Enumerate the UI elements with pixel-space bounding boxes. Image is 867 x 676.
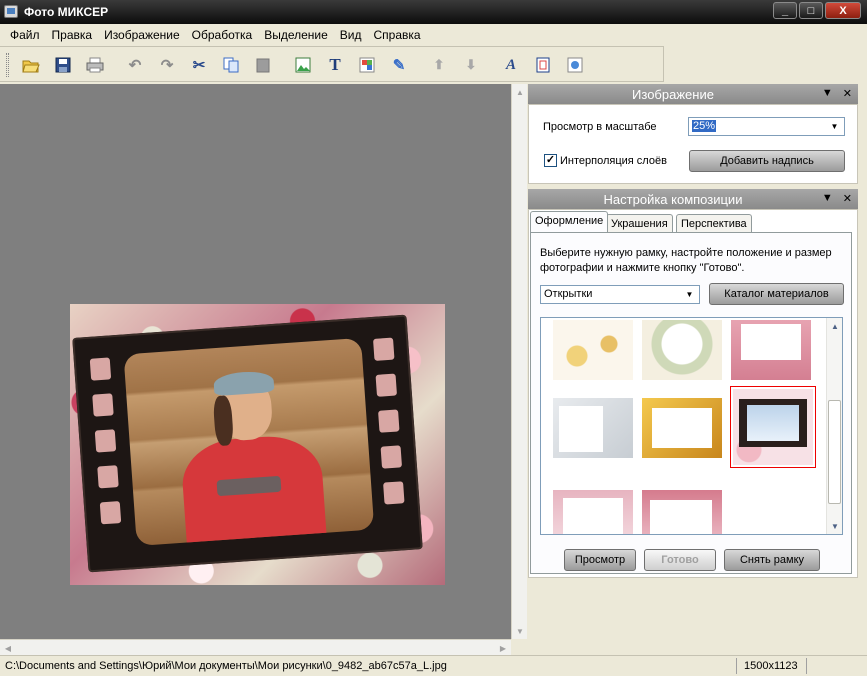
status-divider: [736, 658, 737, 674]
menu-processing[interactable]: Обработка: [186, 28, 259, 42]
cut-icon[interactable]: ✂: [190, 56, 208, 74]
tab-perspective[interactable]: Перспектива: [676, 214, 752, 232]
interpolation-checkbox[interactable]: ✓: [544, 154, 557, 167]
window-controls: _ □ X: [773, 2, 861, 19]
scroll-right-arrow-icon[interactable]: ▶: [495, 640, 511, 656]
photo-content: [123, 337, 375, 546]
undo-icon[interactable]: ↶: [126, 56, 144, 74]
image-panel-body: [528, 104, 858, 184]
image-dimensions: 1500x1123: [744, 660, 798, 672]
frame-thumbnail[interactable]: [642, 490, 722, 534]
status-divider: [806, 658, 807, 674]
wand-icon[interactable]: ✎: [390, 56, 408, 74]
tab-design[interactable]: Оформление: [530, 211, 609, 232]
toolbar-empty-area: [664, 46, 867, 82]
minimize-button[interactable]: _: [773, 2, 797, 19]
menu-selection[interactable]: Выделение: [258, 28, 334, 42]
composition-panel-title: Настройка композиции: [603, 192, 743, 207]
menu-image[interactable]: Изображение: [98, 28, 186, 42]
done-button[interactable]: Готово: [644, 549, 716, 571]
frame-icon[interactable]: [534, 56, 552, 74]
open-icon[interactable]: [22, 56, 40, 74]
frame-thumbnail[interactable]: [642, 398, 722, 458]
scroll-up-arrow-icon[interactable]: ▲: [827, 318, 842, 334]
image-panel-title: Изображение: [632, 87, 714, 102]
frame-thumbnail[interactable]: [553, 490, 633, 534]
filmstrip-frame: [72, 314, 423, 573]
scroll-down-arrow-icon[interactable]: ▼: [512, 623, 528, 639]
maximize-button[interactable]: □: [799, 2, 823, 19]
scroll-left-arrow-icon[interactable]: ◀: [0, 640, 16, 656]
frame-gallery[interactable]: ▲ ▼: [540, 317, 843, 535]
close-icon[interactable]: ✕: [843, 192, 852, 205]
layer-icon[interactable]: [358, 56, 376, 74]
canvas-vertical-scrollbar[interactable]: ▲ ▼: [511, 84, 527, 639]
tab-decorations[interactable]: Украшения: [606, 214, 673, 232]
chevron-down-icon: ▼: [830, 122, 839, 131]
font-icon[interactable]: A: [502, 56, 520, 74]
text-icon[interactable]: T: [326, 55, 344, 74]
window-title: Фото МИКСЕР: [24, 5, 109, 19]
frame-thumbnail[interactable]: [731, 320, 811, 380]
gallery-scroll-thumb[interactable]: [828, 400, 841, 504]
add-caption-button[interactable]: Добавить надпись: [689, 150, 845, 172]
gallery-scrollbar[interactable]: ▲ ▼: [826, 318, 842, 534]
remove-frame-button[interactable]: Снять рамку: [724, 549, 820, 571]
toolbar-grip[interactable]: [6, 53, 9, 77]
file-path: C:\Documents and Settings\Юрий\Мои докум…: [5, 660, 447, 672]
interpolation-label: Интерполяция слоёв: [560, 155, 667, 167]
canvas-horizontal-scrollbar[interactable]: ◀ ▶: [0, 639, 511, 655]
insert-image-icon[interactable]: [294, 56, 312, 74]
close-button[interactable]: X: [825, 2, 861, 19]
effects-icon[interactable]: [566, 56, 584, 74]
menu-edit[interactable]: Правка: [46, 28, 99, 42]
canvas-area[interactable]: [0, 84, 511, 639]
zoom-select[interactable]: 25% ▼: [688, 117, 845, 136]
close-icon[interactable]: ✕: [843, 87, 852, 100]
frame-thumbnail[interactable]: [642, 320, 722, 380]
scroll-down-arrow-icon[interactable]: ▼: [827, 518, 842, 534]
status-bar: C:\Documents and Settings\Юрий\Мои докум…: [0, 655, 867, 676]
composition-panel-header: Настройка композиции ▼ ✕: [528, 189, 858, 209]
menu-help[interactable]: Справка: [368, 28, 427, 42]
move-down-icon[interactable]: ⬇: [462, 56, 480, 74]
scroll-up-arrow-icon[interactable]: ▲: [512, 84, 528, 100]
move-up-icon[interactable]: ⬆: [430, 56, 448, 74]
preview-button[interactable]: Просмотр: [564, 549, 636, 571]
chevron-down-icon[interactable]: ▼: [822, 87, 833, 100]
toolbar: ↶ ↷ ✂ T ✎ ⬆ ⬇ A: [0, 46, 664, 82]
scroll-corner: [511, 639, 527, 655]
redo-icon[interactable]: ↷: [158, 56, 176, 74]
title-bar: Фото МИКСЕР _ □ X: [0, 0, 867, 24]
print-icon[interactable]: [86, 56, 104, 74]
menu-file[interactable]: Файл: [4, 28, 46, 42]
save-icon[interactable]: [54, 56, 72, 74]
chevron-down-icon[interactable]: ▼: [822, 192, 833, 205]
chevron-down-icon: ▼: [685, 290, 694, 299]
frame-thumbnail[interactable]: [553, 398, 633, 458]
category-select[interactable]: Открытки ▼: [540, 285, 700, 304]
zoom-value: 25%: [692, 120, 717, 132]
frame-instructions: Выберите нужную рамку, настройте положен…: [540, 247, 832, 274]
frame-thumbnail-selected[interactable]: [730, 386, 816, 468]
paste-icon[interactable]: [254, 56, 272, 74]
catalog-button[interactable]: Каталог материалов: [709, 283, 844, 305]
zoom-label: Просмотр в масштабе: [543, 121, 657, 133]
app-icon: [4, 5, 18, 18]
frame-thumbnail[interactable]: [553, 320, 633, 380]
copy-icon[interactable]: [222, 56, 240, 74]
menu-view[interactable]: Вид: [334, 28, 368, 42]
category-value: Открытки: [544, 288, 593, 300]
photo-preview[interactable]: [70, 304, 445, 585]
image-panel-header: Изображение ▼ ✕: [528, 84, 858, 104]
menu-bar: Файл Правка Изображение Обработка Выделе…: [0, 24, 867, 46]
